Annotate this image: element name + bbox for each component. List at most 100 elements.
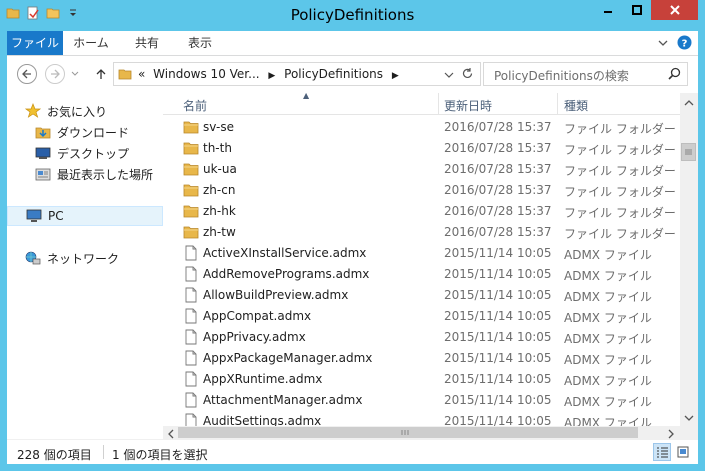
search-box[interactable]: PolicyDefinitionsの検索: [483, 62, 688, 86]
file-name: AppPrivacy.admx: [203, 330, 306, 344]
maximize-button[interactable]: [622, 0, 651, 20]
file-row[interactable]: uk-ua 2016/07/28 15:37 ファイル フォルダー: [163, 159, 680, 180]
file-date: 2015/11/14 10:05: [444, 351, 552, 365]
scroll-down-icon[interactable]: [684, 411, 694, 425]
large-icons-view-button[interactable]: [674, 443, 692, 461]
up-button[interactable]: [91, 64, 111, 84]
file-type: ADMX ファイル: [564, 269, 652, 283]
file-row[interactable]: zh-tw 2016/07/28 15:37 ファイル フォルダー: [163, 222, 680, 243]
address-bar[interactable]: « Windows 10 Ver... ▶ PolicyDefinitions …: [113, 62, 481, 86]
nav-favorites[interactable]: お気に入り: [25, 101, 107, 121]
file-row[interactable]: AddRemovePrograms.admx 2015/11/14 10:05 AD…: [163, 264, 680, 285]
nav-desktop[interactable]: デスクトップ: [35, 143, 129, 163]
horizontal-scrollbar[interactable]: [163, 426, 680, 439]
file-icon: [183, 413, 199, 426]
column-date[interactable]: 更新日時: [444, 97, 492, 114]
large-icons-view-icon: [677, 446, 689, 458]
folder-icon: [183, 182, 199, 198]
file-type: ファイル フォルダー: [564, 143, 676, 157]
file-name: AttachmentManager.admx: [203, 393, 363, 407]
sort-ascending-icon: ▲: [303, 93, 310, 100]
breadcrumb-separator-icon[interactable]: ▶: [392, 71, 399, 81]
nav-recent-places[interactable]: 最近表示した場所: [35, 164, 153, 184]
file-name: AddRemovePrograms.admx: [203, 267, 370, 281]
address-dropdown-icon[interactable]: [444, 69, 454, 83]
column-divider[interactable]: [557, 93, 558, 115]
selection-count: 1 個の項目を選択: [112, 448, 208, 462]
file-date: 2015/11/14 10:05: [444, 330, 552, 344]
file-row[interactable]: sv-se 2016/07/28 15:37 ファイル フォルダー: [163, 117, 680, 138]
column-name[interactable]: 名前: [183, 97, 207, 114]
file-icon: [183, 392, 199, 408]
file-icon: [183, 329, 199, 345]
file-name: AppCompat.admx: [203, 309, 312, 323]
breadcrumb-separator-icon[interactable]: ▶: [268, 71, 275, 81]
search-icon[interactable]: [668, 67, 681, 83]
tab-home[interactable]: ホーム: [63, 31, 119, 55]
file-type: ADMX ファイル: [564, 332, 652, 346]
details-view-button[interactable]: [653, 443, 671, 461]
tab-file[interactable]: ファイル: [7, 31, 63, 55]
back-button[interactable]: [17, 64, 37, 84]
file-type: ADMX ファイル: [564, 374, 652, 388]
folder-icon: [183, 224, 199, 240]
file-date: 2016/07/28 15:37: [444, 162, 552, 176]
nav-pc-label: PC: [48, 209, 64, 223]
ribbon-controls: ?: [657, 35, 692, 53]
recent-locations-icon[interactable]: [69, 64, 81, 84]
file-row[interactable]: AppXRuntime.admx 2015/11/14 10:05 ADMX ファイ…: [163, 369, 680, 390]
file-row[interactable]: th-th 2016/07/28 15:37 ファイル フォルダー: [163, 138, 680, 159]
breadcrumb-windows-10[interactable]: Windows 10 Ver...: [153, 67, 259, 81]
close-button[interactable]: [651, 0, 698, 20]
breadcrumb-overflow[interactable]: «: [138, 67, 145, 81]
file-row[interactable]: AttachmentManager.admx 2015/11/14 10:05 AD…: [163, 390, 680, 411]
file-row[interactable]: AuditSettings.admx 2015/11/14 10:05 ADMX フ…: [163, 411, 680, 426]
file-name: zh-tw: [203, 225, 236, 239]
column-type[interactable]: 種類: [564, 97, 588, 114]
file-row[interactable]: ActiveXInstallService.admx 2015/11/14 10:…: [163, 243, 680, 264]
forward-button[interactable]: [45, 64, 65, 84]
file-row[interactable]: zh-cn 2016/07/28 15:37 ファイル フォルダー: [163, 180, 680, 201]
file-type: ファイル フォルダー: [564, 206, 676, 220]
window-controls: [593, 0, 698, 20]
folder-icon: [183, 140, 199, 156]
file-name: AuditSettings.admx: [203, 414, 322, 426]
file-list: ▲ 名前 更新日時 種類 sv-se 2016/07/28 15:37 ファイル フ…: [163, 93, 680, 426]
file-type: ファイル フォルダー: [564, 164, 676, 178]
vertical-scrollbar[interactable]: [680, 93, 698, 426]
breadcrumb-policydefinitions[interactable]: PolicyDefinitions: [284, 67, 383, 81]
explorer-window: PolicyDefinitions ファイル ホーム 共有 表示 ? « Win…: [0, 0, 705, 471]
file-row[interactable]: AllowBuildPreview.admx 2015/11/14 10:05 AD…: [163, 285, 680, 306]
nav-downloads[interactable]: ダウンロード: [35, 122, 129, 142]
file-icon: [183, 308, 199, 324]
column-divider[interactable]: [438, 93, 439, 115]
help-icon[interactable]: ?: [677, 35, 692, 53]
nav-network[interactable]: ネットワーク: [25, 248, 119, 268]
horizontal-scroll-thumb[interactable]: [178, 427, 638, 438]
scroll-up-icon[interactable]: [684, 96, 694, 110]
refresh-icon[interactable]: [461, 67, 474, 83]
file-name: zh-hk: [203, 204, 236, 218]
file-type: ADMX ファイル: [564, 395, 652, 409]
file-row[interactable]: AppCompat.admx 2015/11/14 10:05 ADMX ファイル: [163, 306, 680, 327]
file-type: ファイル フォルダー: [564, 122, 676, 136]
expand-ribbon-icon[interactable]: [657, 37, 669, 52]
network-icon: [25, 251, 41, 265]
file-type: ADMX ファイル: [564, 290, 652, 304]
nav-pc[interactable]: PC: [7, 206, 163, 226]
vertical-scroll-thumb[interactable]: [681, 143, 696, 161]
file-date: 2015/11/14 10:05: [444, 267, 552, 281]
address-toolbar: « Windows 10 Ver... ▶ PolicyDefinitions …: [7, 56, 698, 93]
file-row[interactable]: AppPrivacy.admx 2015/11/14 10:05 ADMX ファイル: [163, 327, 680, 348]
details-view-icon: [657, 447, 668, 458]
star-icon: [25, 103, 41, 118]
tab-share[interactable]: 共有: [119, 31, 175, 55]
status-bar: 228 個の項目 1 個の項目を選択: [7, 439, 698, 464]
file-date: 2016/07/28 15:37: [444, 120, 552, 134]
file-row[interactable]: AppxPackageManager.admx 2015/11/14 10:05 A…: [163, 348, 680, 369]
file-row[interactable]: zh-hk 2016/07/28 15:37 ファイル フォルダー: [163, 201, 680, 222]
file-name: zh-cn: [203, 183, 236, 197]
search-input[interactable]: PolicyDefinitionsの検索: [494, 67, 629, 84]
minimize-button[interactable]: [593, 0, 622, 20]
tab-view[interactable]: 表示: [175, 31, 225, 55]
